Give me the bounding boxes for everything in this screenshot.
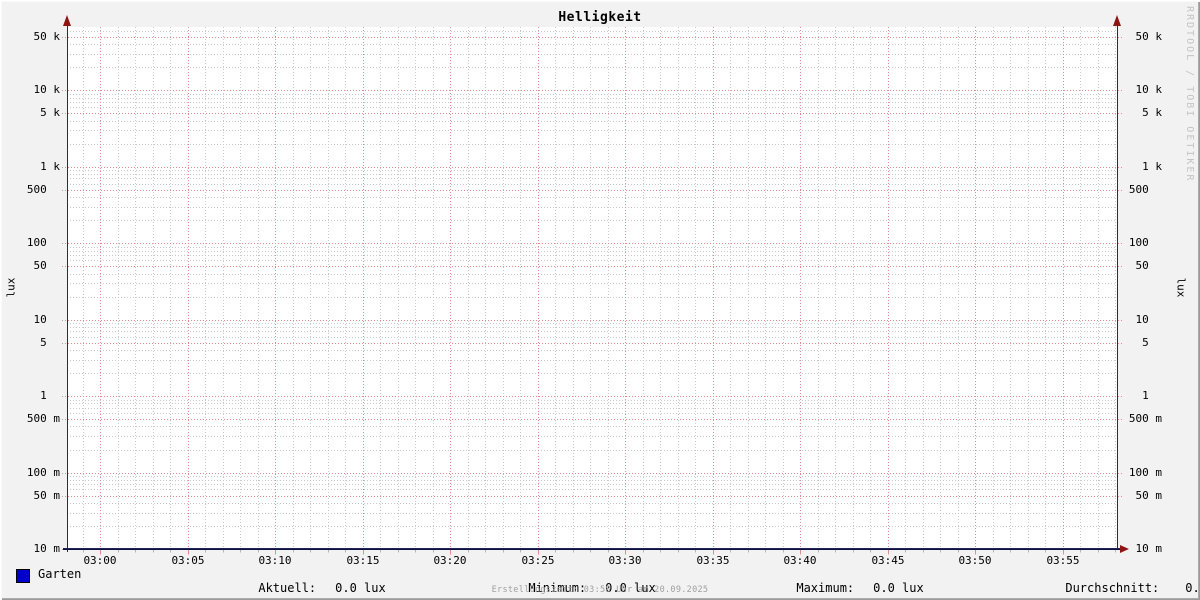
x-tick-label: 03:45 <box>871 554 905 567</box>
y-tick-label-right: 10 k <box>1128 83 1162 96</box>
y-tick-label-left: 500 <box>26 183 60 196</box>
y-tick-label-right: 5 <box>1128 336 1162 349</box>
y-tick-label-left: 50 <box>26 259 60 272</box>
y-tick-label-right: 50 <box>1128 259 1162 272</box>
x-axis-arrow <box>1120 545 1129 553</box>
rrdtool-graph: Helligkeit lux lux 50 k 50 k 10 k 10 k 5… <box>0 0 1200 600</box>
chart-grid-canvas <box>62 15 1129 555</box>
x-tick-label: 03:40 <box>783 554 817 567</box>
y-tick-label-left: 100 <box>26 236 60 249</box>
y-tick-label-right: 10 <box>1128 313 1162 326</box>
y-axis-unit-right: lux <box>1174 277 1188 298</box>
y-tick-label-right: 50 k <box>1128 30 1162 43</box>
x-tick-label: 03:50 <box>958 554 992 567</box>
creation-timestamp: Erstellungszeit: 03:58 Uhr am 20.09.2025 <box>491 585 709 595</box>
y-tick-label-left: 50 k <box>26 30 60 43</box>
stat-maximum: Maximum: 0.0 lux <box>753 567 923 600</box>
x-tick-label: 03:15 <box>346 554 380 567</box>
x-tick-label: 03:20 <box>433 554 467 567</box>
stat-durchschnitt: Durchschnitt:0.0 lux <box>1022 567 1200 600</box>
x-tick-label: 03:35 <box>696 554 730 567</box>
y-tick-label-left: 500 m <box>26 412 60 425</box>
chart-title: Helligkeit <box>558 10 642 25</box>
y-axis-unit-left: lux <box>4 277 18 298</box>
plot-canvas <box>67 27 1117 549</box>
x-tick-label: 03:10 <box>258 554 292 567</box>
x-tick-label: 03:00 <box>83 554 117 567</box>
y-tick-label-left: 5 k <box>26 106 60 119</box>
y-tick-label-left: 10 m <box>26 542 60 555</box>
legend-color-swatch <box>16 569 30 583</box>
stat-aktuell: Aktuell: 0.0 lux <box>215 567 385 600</box>
y-tick-label-left: 100 m <box>26 466 60 479</box>
y-tick-label-right: 1 <box>1128 389 1162 402</box>
y-tick-label-left: 10 <box>26 313 60 326</box>
y-tick-label-left: 50 m <box>26 489 60 502</box>
x-tick-label: 03:05 <box>171 554 205 567</box>
y-tick-label-right: 100 <box>1128 236 1162 249</box>
y-tick-label-left: 10 k <box>26 83 60 96</box>
legend-label: Garten <box>38 567 82 581</box>
x-tick-label: 03:30 <box>608 554 642 567</box>
y-tick-label-right: 50 m <box>1128 489 1162 502</box>
y-tick-label-right: 500 <box>1128 183 1162 196</box>
y-tick-label-left: 1 <box>26 389 60 402</box>
y-tick-label-right: 500 m <box>1128 412 1162 425</box>
legend-row: Garten Aktuell: 0.0 lux Minimum: 0.0 lux M… <box>0 567 1200 595</box>
x-tick-label: 03:25 <box>521 554 555 567</box>
rrdtool-watermark: RRDTOOL / TOBI OETIKER <box>1184 6 1195 183</box>
y-tick-label-right: 1 k <box>1128 160 1162 173</box>
y-tick-label-right: 5 k <box>1128 106 1162 119</box>
stat-minimum: Minimum: 0.0 lux <box>485 567 655 600</box>
y-tick-label-right: 10 m <box>1128 542 1162 555</box>
y-tick-label-left: 5 <box>26 336 60 349</box>
y-tick-label-left: 1 k <box>26 160 60 173</box>
x-tick-label: 03:55 <box>1046 554 1080 567</box>
y-tick-label-right: 100 m <box>1128 466 1162 479</box>
